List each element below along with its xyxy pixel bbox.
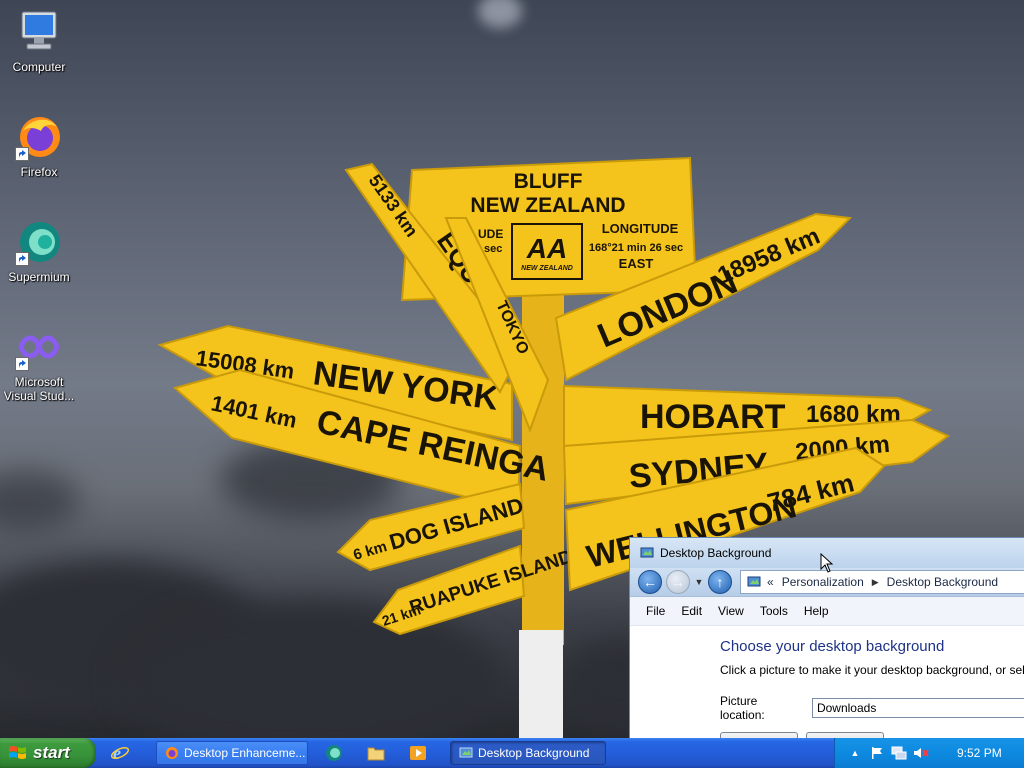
- window-content: Choose your desktop background Click a p…: [630, 626, 1024, 738]
- mouse-cursor-icon: [820, 553, 834, 573]
- menu-bar: File Edit View Tools Help: [630, 597, 1024, 626]
- desktop-icon-label: Computer: [12, 60, 66, 74]
- desktop-icon-label: Microsoft Visual Stud...: [3, 375, 75, 403]
- personalization-icon: [640, 547, 654, 558]
- desktop-icon-supermium[interactable]: Supermium: [1, 218, 77, 284]
- longitude-label: LONGITUDE: [602, 221, 679, 236]
- system-tray: ▲ 9:52 PM: [834, 738, 1024, 768]
- taskbar-button-desktop-background[interactable]: Desktop Background: [450, 741, 606, 765]
- menu-file[interactable]: File: [638, 604, 673, 618]
- internet-explorer-icon[interactable]: e: [110, 743, 130, 763]
- breadcrumb-personalization[interactable]: Personalization: [782, 575, 864, 589]
- address-overflow[interactable]: «: [767, 575, 774, 589]
- quick-launch-extra: [324, 743, 450, 763]
- breadcrumb-desktop-background[interactable]: Desktop Background: [887, 575, 998, 589]
- desktop-icon-visual-studio[interactable]: Microsoft Visual Stud...: [1, 323, 77, 403]
- show-hidden-icons-icon[interactable]: ▲: [847, 745, 863, 761]
- window-title: Desktop Background: [660, 546, 772, 560]
- recent-pages-dropdown[interactable]: ▼: [694, 577, 704, 587]
- action-center-flag-icon[interactable]: [869, 745, 885, 761]
- desktop-icon-label: Supermium: [8, 270, 70, 284]
- signpost-pole-base: [519, 630, 563, 738]
- start-button[interactable]: start: [0, 738, 96, 768]
- desktop-icon-computer[interactable]: Computer: [1, 8, 77, 74]
- breadcrumb-separator-icon[interactable]: ▶: [872, 577, 879, 588]
- longitude-value: 168°21 min 26 sec: [589, 242, 683, 254]
- folder-icon[interactable]: [366, 743, 386, 763]
- task-label: Desktop Background: [478, 746, 590, 760]
- main-sign-line1: BLUFF: [514, 170, 583, 193]
- personalization-icon: [459, 747, 473, 758]
- forward-button[interactable]: →: [666, 570, 690, 594]
- back-button[interactable]: ←: [638, 570, 662, 594]
- taskbar: start e Desktop Enhanceme... Desktop Bac…: [0, 738, 1024, 768]
- shortcut-arrow-icon: [15, 357, 29, 371]
- longitude-direction: EAST: [619, 256, 654, 271]
- up-button[interactable]: ↑: [708, 570, 732, 594]
- desktop-icon-label: Firefox: [20, 165, 58, 179]
- address-bar[interactable]: « Personalization ▶ Desktop Background: [740, 570, 1024, 594]
- main-sign-line2: NEW ZEALAND: [470, 194, 625, 217]
- task-label: Desktop Enhanceme...: [184, 746, 306, 760]
- start-label: start: [33, 743, 70, 762]
- supermium-icon: [15, 218, 63, 266]
- aa-logo: AA: [526, 233, 567, 264]
- picture-location-row: Picture location: Downloads: [720, 694, 1024, 722]
- latitude-partial-sec: sec: [484, 243, 502, 255]
- quick-launch: e: [110, 743, 152, 763]
- personalization-icon: [747, 576, 761, 587]
- media-player-icon[interactable]: [408, 743, 428, 763]
- desktop-icon-firefox[interactable]: Firefox: [1, 113, 77, 179]
- shortcut-arrow-icon: [15, 147, 29, 161]
- menu-edit[interactable]: Edit: [673, 604, 710, 618]
- page-description: Click a picture to make it your desktop …: [720, 663, 1024, 677]
- supermium-icon[interactable]: [324, 743, 344, 763]
- picture-location-select[interactable]: Downloads: [811, 698, 1024, 718]
- svg-text:e: e: [113, 743, 121, 763]
- volume-muted-icon[interactable]: [913, 745, 929, 761]
- computer-icon: [15, 8, 63, 56]
- aa-logo-sub: NEW ZEALAND: [521, 265, 573, 272]
- menu-view[interactable]: View: [710, 604, 752, 618]
- shortcut-arrow-icon: [15, 252, 29, 266]
- windows-flag-icon: [9, 746, 26, 759]
- firefox-icon: [166, 747, 178, 759]
- network-icon[interactable]: [891, 745, 907, 761]
- taskbar-button-desktop-enhancements[interactable]: Desktop Enhanceme...: [156, 741, 308, 765]
- visual-studio-icon: [15, 323, 63, 371]
- menu-tools[interactable]: Tools: [752, 604, 796, 618]
- firefox-icon: [15, 113, 63, 161]
- picture-location-label: Picture location:: [720, 694, 765, 722]
- menu-help[interactable]: Help: [796, 604, 837, 618]
- desktop: BLUFF NEW ZEALAND AA NEW ZEALAND LONGITU…: [0, 0, 1024, 738]
- latitude-partial: UDE: [478, 227, 503, 241]
- page-heading: Choose your desktop background: [720, 638, 945, 655]
- clock[interactable]: 9:52 PM: [957, 746, 1002, 760]
